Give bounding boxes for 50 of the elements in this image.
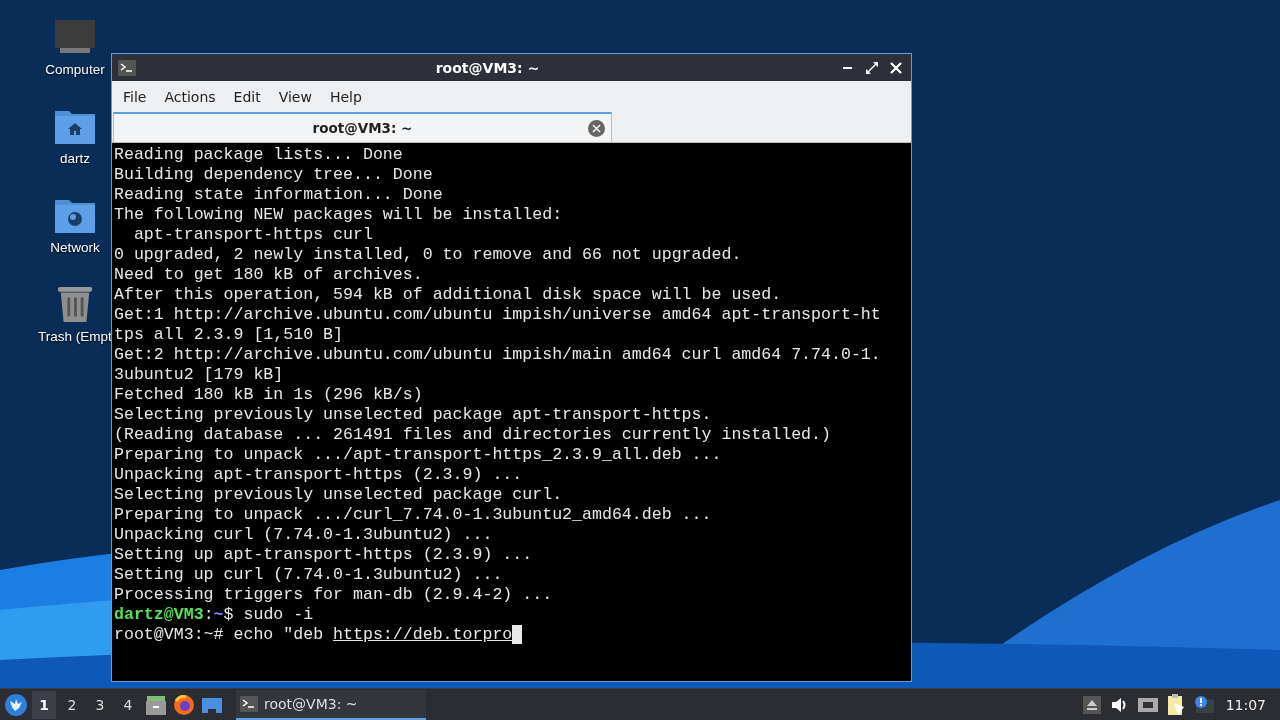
window-title: root@VM3: ~ [434,59,541,76]
terminal-line: Unpacking apt-transport-https (2.3.9) ... [114,465,523,485]
workspace-button[interactable]: 3 [88,690,112,719]
terminal-line: Reading state information... Done [114,185,443,205]
desktop-icon-label[interactable]: Computer [45,62,105,77]
terminal-line: Selecting previously unselected package curl. [114,485,563,505]
terminal-line: 0 upgraded, 2 newly installed, 0 to remove and 66 not upgraded. [114,245,742,265]
taskbar-task[interactable]: root@VM3: ~ [236,689,426,720]
terminal-line: Need to get 180 kB of archives. [114,265,423,285]
terminal-line: apt-transport-https curl [132,225,373,245]
terminal-tab[interactable]: root@VM3: ~ [113,112,612,142]
terminal-line: 3ubuntu2 [179 kB] [114,365,284,385]
workspace-button[interactable]: 4 [116,690,140,719]
terminal-line: After this operation, 594 kB of additional disk space will be used. [114,285,782,305]
terminal-area[interactable] [112,143,911,681]
menu-item[interactable]: Help [320,84,371,109]
terminal-line: dartz@VM3:~$ sudo -i [114,605,314,625]
clock[interactable]: 11:07 [1219,696,1276,713]
workspace-button[interactable]: 1 [32,690,56,719]
menu-item[interactable]: File [114,84,156,109]
terminal-line: Building dependency tree... Done [114,165,433,185]
url-link[interactable]: https://deb.torpro [333,625,513,644]
desktop-icon-label[interactable]: Trash (Empt [38,329,112,344]
monitor-icon [54,18,96,56]
terminal-line: Fetched 180 kB in 1s (296 kB/s) [114,385,423,405]
terminal-line: tps all 2.3.9 [1,510 B] [114,325,344,345]
terminal-line: Get:2 http://archive.ubuntu.com/ubuntu impish/main amd64 curl amd64 7.74.0-1. [114,345,881,365]
terminal-line: Preparing to unpack .../curl_7.74.0-1.3ubuntu2_amd64.deb ... [114,505,712,525]
workspace-button[interactable]: 2 [60,690,84,719]
terminal-line: Selecting previously unselected package apt-transport-https. [114,405,712,425]
terminal-line: Setting up apt-transport-https (2.3.9) ... [114,545,533,565]
terminal-line: Unpacking curl (7.74.0-1.3ubuntu2) ... [114,525,493,545]
desktop-icon-label[interactable]: dartz [60,151,90,166]
terminal-line: root@VM3:~# echo "deb https://deb.torpro [114,625,523,645]
terminal-icon [240,695,258,712]
menu-item[interactable]: Actions [155,84,225,109]
terminal-line: Preparing to unpack .../apt-transport-https_2.3.9_all.deb ... [114,445,722,465]
terminal-line: Reading package lists... Done [114,145,403,165]
terminal-line: (Reading database ... 261491 files and directories currently installed.) [114,425,831,445]
terminal-line: Setting up curl (7.74.0-1.3ubuntu2) ... [114,565,503,585]
menu-item[interactable]: Edit [224,84,270,109]
terminal-line: Get:1 http://archive.ubuntu.com/ubuntu impish/universe amd64 apt-transport-ht [114,305,881,325]
terminal-line: The following NEW packages will be installed: [114,205,563,225]
terminal-icon [118,59,136,76]
bird-logo-icon[interactable] [4,692,28,717]
browser-icon[interactable] [172,692,196,717]
terminal-line: Processing triggers for man-db (2.9.4-2) ... [114,585,553,605]
desktop-icon-label[interactable]: Network [50,240,100,255]
close-tab-icon[interactable] [588,120,605,137]
menu-item[interactable]: View [269,84,321,109]
